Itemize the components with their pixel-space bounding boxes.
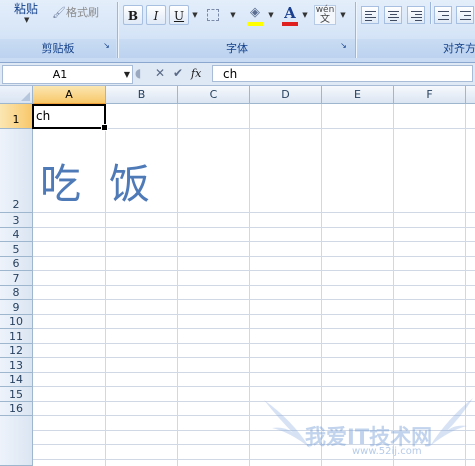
enter-icon[interactable]: ✔ [173, 65, 183, 82]
cell-a1-text: ch [36, 109, 51, 123]
border-dropdown-icon[interactable]: ▼ [228, 5, 238, 25]
gridline-horizontal [33, 314, 475, 315]
alignment-group-label-text: 对齐方式 [443, 42, 475, 55]
clipboard-group-label: 剪贴板 [0, 39, 116, 58]
select-all-button[interactable] [0, 86, 33, 104]
font-group-label: 字体 [119, 39, 355, 58]
fill-color-dropdown-icon[interactable]: ▼ [266, 5, 276, 25]
gridline-horizontal [33, 270, 475, 271]
row-header-3[interactable]: 3 [0, 213, 33, 228]
ribbon: 粘贴 ▼ 🖌格式刷 剪贴板 ↘ B I U ▼ ▼ ◈ ▼ A ▼ wén 文 … [0, 0, 475, 63]
bold-button[interactable]: B [123, 5, 143, 25]
font-launcher-icon[interactable]: ↘ [339, 41, 348, 50]
column-header-e[interactable]: E [322, 86, 394, 104]
column-header-a[interactable]: A [33, 86, 106, 104]
gridline-horizontal [33, 372, 475, 373]
align-left-button[interactable] [361, 6, 379, 24]
font-color-dropdown-icon[interactable]: ▼ [300, 5, 310, 25]
row-header-8[interactable]: 8 [0, 286, 33, 300]
row-header-14[interactable]: 14 [0, 373, 33, 387]
paste-button[interactable]: 粘贴 [14, 0, 38, 17]
toolbar-divider [430, 2, 432, 24]
row-header-15[interactable]: 15 [0, 387, 33, 402]
gridline-horizontal [33, 227, 475, 228]
worksheet-grid[interactable]: A B C D E F 1 2 3 4 5 6 7 8 9 10 11 12 1… [0, 86, 475, 466]
gridline-horizontal [33, 241, 475, 242]
row-header-10[interactable]: 10 [0, 315, 33, 329]
increase-indent-button[interactable] [456, 6, 474, 24]
gridline-horizontal [33, 212, 475, 213]
fill-color-swatch [247, 22, 263, 26]
row-header-1[interactable]: 1 [0, 104, 33, 129]
gridline-horizontal [33, 343, 475, 344]
gridline-horizontal [33, 459, 475, 460]
gridline-horizontal [33, 401, 475, 402]
watermark-url: www.52ij.com [352, 446, 422, 457]
row-header-12[interactable]: 12 [0, 344, 33, 358]
underline-button[interactable]: U [169, 5, 189, 25]
row-header-6[interactable]: 6 [0, 257, 33, 271]
row-header-9[interactable]: 9 [0, 300, 33, 315]
border-icon[interactable] [207, 9, 219, 21]
cancel-icon[interactable]: ✕ [155, 65, 165, 82]
gridline-horizontal [33, 357, 475, 358]
clipboard-launcher-icon[interactable]: ↘ [102, 41, 111, 50]
gridline-horizontal [33, 299, 475, 300]
decrease-indent-button[interactable] [434, 6, 452, 24]
phonetic-char: 文 [320, 14, 330, 25]
phonetic-dropdown-icon[interactable]: ▼ [338, 5, 348, 25]
gridline-horizontal [33, 256, 475, 257]
name-box[interactable]: A1 ▼ [2, 65, 133, 84]
insert-function-icon[interactable]: fx [191, 65, 201, 82]
brush-icon: 🖌 [52, 6, 66, 19]
alignment-group-label: 对齐方式 [357, 39, 475, 58]
format-painter-button[interactable]: 🖌格式刷 [52, 4, 99, 22]
gridline-horizontal [33, 285, 475, 286]
font-color-button[interactable]: A [281, 4, 299, 22]
row-header-7[interactable]: 7 [0, 271, 33, 286]
align-right-button[interactable] [407, 6, 425, 24]
row-header-11[interactable]: 11 [0, 329, 33, 344]
column-header-b[interactable]: B [106, 86, 178, 104]
column-header-g[interactable] [466, 86, 475, 104]
align-center-button[interactable] [384, 6, 402, 24]
name-box-dropdown-icon[interactable]: ▼ [124, 66, 130, 83]
underline-dropdown-icon[interactable]: ▼ [190, 5, 200, 25]
column-header-d[interactable]: D [250, 86, 322, 104]
formula-buttons: ◖ ✕ ✔ fx [133, 65, 211, 82]
row-header-4[interactable]: 4 [0, 228, 33, 242]
row-header-16[interactable]: 16 [0, 402, 33, 416]
gridline-horizontal [33, 328, 475, 329]
italic-button[interactable]: I [146, 5, 166, 25]
column-header-f[interactable]: F [394, 86, 466, 104]
formula-bar: A1 ▼ ◖ ✕ ✔ fx ch [0, 63, 475, 86]
row-header-2-label: 2 [12, 198, 20, 211]
paste-dropdown-arrow[interactable]: ▼ [24, 16, 29, 24]
row-header-2[interactable]: 2 [0, 129, 33, 213]
phonetic-guide-button[interactable]: wén 文 [314, 5, 336, 25]
row-header-13[interactable]: 13 [0, 358, 33, 373]
name-box-value: A1 [52, 68, 68, 81]
formula-input[interactable]: ch [212, 65, 473, 82]
row-header-5[interactable]: 5 [0, 242, 33, 257]
gridline-horizontal [33, 415, 475, 416]
row-header-17[interactable] [0, 416, 33, 466]
format-painter-label: 格式刷 [66, 6, 99, 19]
gridline-horizontal [33, 386, 475, 387]
formula-bar-circle-icon: ◖ [135, 66, 142, 80]
cell-a2-text: 吃饭 [40, 160, 178, 208]
column-header-c[interactable]: C [178, 86, 250, 104]
font-color-swatch [282, 22, 298, 26]
